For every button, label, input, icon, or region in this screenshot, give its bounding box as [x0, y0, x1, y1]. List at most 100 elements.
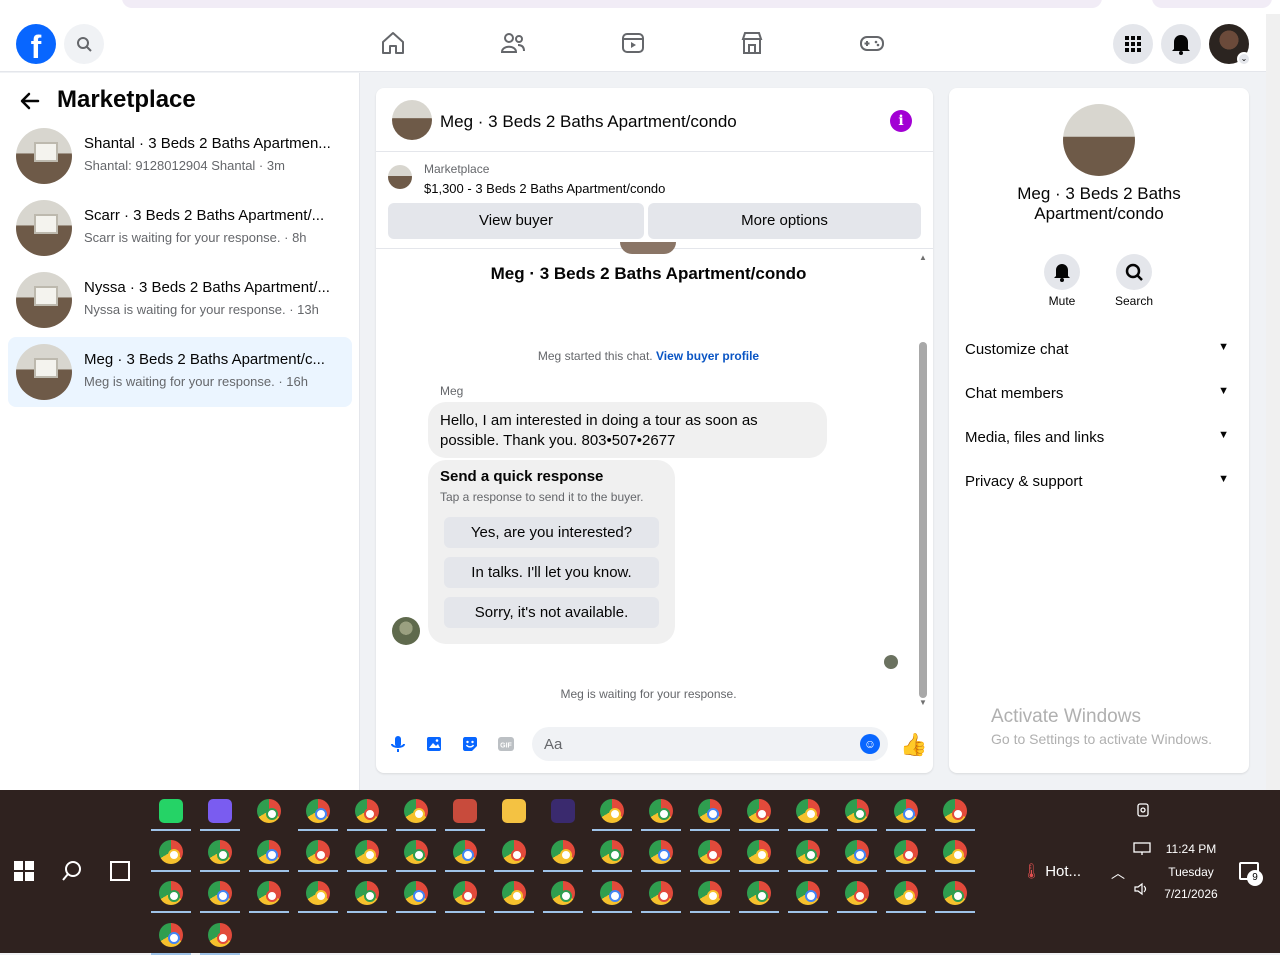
search-icon[interactable]: [60, 859, 84, 883]
page-scrollbar[interactable]: [1266, 14, 1280, 790]
tablet-mode-icon[interactable]: [1135, 802, 1151, 818]
view-buyer-button[interactable]: View buyer: [388, 203, 644, 239]
volume-icon[interactable]: [1133, 882, 1149, 896]
conversation-item-active[interactable]: Meg · 3 Beds 2 Baths Apartment/c... Meg …: [8, 337, 352, 407]
chrome-app-icon[interactable]: [502, 840, 526, 864]
listing-thumbnail[interactable]: [1063, 104, 1135, 176]
quick-reply-button[interactable]: In talks. I'll let you know.: [444, 557, 659, 588]
chrome-app-icon[interactable]: [502, 881, 526, 905]
chrome-app-icon[interactable]: [845, 881, 869, 905]
listing-price[interactable]: $1,300 - 3 Beds 2 Baths Apartment/condo: [424, 181, 665, 196]
emoji-icon[interactable]: ☺: [860, 734, 880, 754]
chrome-app-icon[interactable]: [600, 799, 624, 823]
chrome-app-icon[interactable]: [257, 881, 281, 905]
browser-button[interactable]: [1152, 0, 1272, 8]
privacy-support-section[interactable]: Privacy & support ▼: [965, 473, 1233, 490]
chrome-app-icon[interactable]: [796, 799, 820, 823]
account-avatar[interactable]: ⌄: [1209, 24, 1251, 66]
chrome-app-icon[interactable]: [257, 840, 281, 864]
chrome-app-icon[interactable]: [747, 799, 771, 823]
chrome-app-icon[interactable]: [159, 881, 183, 905]
chrome-app-icon[interactable]: [551, 881, 575, 905]
scroll-up-icon[interactable]: ▲: [919, 253, 927, 262]
chrome-app-icon[interactable]: [747, 840, 771, 864]
chrome-app-icon[interactable]: [894, 799, 918, 823]
task-view-icon[interactable]: [110, 861, 130, 881]
chrome-app-icon[interactable]: [208, 840, 232, 864]
gif-icon[interactable]: GIF: [496, 734, 516, 754]
chrome-app-icon[interactable]: [208, 881, 232, 905]
video-icon[interactable]: [620, 30, 646, 56]
whatsapp-app-icon[interactable]: [159, 799, 183, 823]
windows-start-icon[interactable]: [14, 861, 34, 881]
chrome-app-icon[interactable]: [845, 840, 869, 864]
quick-reply-button[interactable]: Sorry, it's not available.: [444, 597, 659, 628]
thumbs-up-icon[interactable]: 👍: [900, 732, 927, 758]
chrome-app-icon[interactable]: [796, 840, 820, 864]
clock-day[interactable]: Tuesday: [1150, 865, 1232, 879]
listing-thumbnail[interactable]: [388, 165, 412, 189]
chrome-app-icon[interactable]: [306, 881, 330, 905]
chrome-app-icon[interactable]: [355, 840, 379, 864]
tool-app-icon[interactable]: [453, 799, 477, 823]
chrome-app-icon[interactable]: [600, 881, 624, 905]
chrome-app-icon[interactable]: [649, 799, 673, 823]
gaming-icon[interactable]: [859, 30, 885, 56]
chrome-app-icon[interactable]: [306, 799, 330, 823]
conversation-item[interactable]: Shantal · 3 Beds 2 Baths Apartmen... Sha…: [8, 121, 352, 191]
chrome-app-icon[interactable]: [159, 923, 183, 947]
chrome-app-icon[interactable]: [796, 881, 820, 905]
chrome-app-icon[interactable]: [894, 840, 918, 864]
chrome-app-icon[interactable]: [208, 923, 232, 947]
scrollbar-thumb[interactable]: [919, 342, 927, 698]
message-input[interactable]: [532, 727, 888, 761]
chrome-app-icon[interactable]: [649, 881, 673, 905]
marketplace-icon[interactable]: [739, 30, 765, 56]
back-arrow-icon[interactable]: [18, 89, 42, 120]
mute-button[interactable]: [1044, 254, 1080, 290]
sticker-icon[interactable]: [460, 734, 480, 754]
chrome-app-icon[interactable]: [404, 799, 428, 823]
conversation-item[interactable]: Nyssa · 3 Beds 2 Baths Apartment/... Nys…: [8, 265, 352, 335]
chrome-app-icon[interactable]: [404, 840, 428, 864]
app-icon[interactable]: [551, 799, 575, 823]
more-options-button[interactable]: More options: [648, 203, 921, 239]
quick-reply-button[interactable]: Yes, are you interested?: [444, 517, 659, 548]
menu-button[interactable]: [1113, 24, 1153, 64]
chat-members-section[interactable]: Chat members ▼: [965, 385, 1233, 402]
clock-date[interactable]: 7/21/2026: [1150, 887, 1232, 901]
address-bar[interactable]: [122, 0, 1102, 8]
chrome-app-icon[interactable]: [943, 840, 967, 864]
chrome-app-icon[interactable]: [306, 840, 330, 864]
chrome-app-icon[interactable]: [453, 840, 477, 864]
notifications-button[interactable]: [1161, 24, 1201, 64]
chrome-app-icon[interactable]: [943, 881, 967, 905]
chrome-app-icon[interactable]: [600, 840, 624, 864]
home-icon[interactable]: [380, 30, 406, 56]
copilot-app-icon[interactable]: [208, 799, 232, 823]
chrome-app-icon[interactable]: [649, 840, 673, 864]
chrome-app-icon[interactable]: [698, 881, 722, 905]
network-icon[interactable]: [1133, 842, 1151, 856]
info-icon[interactable]: i: [890, 110, 912, 132]
chrome-app-icon[interactable]: [453, 881, 477, 905]
view-buyer-profile-link[interactable]: View buyer profile: [656, 349, 759, 363]
chrome-app-icon[interactable]: [257, 799, 281, 823]
clock-time[interactable]: 11:24 PM: [1150, 842, 1232, 856]
chrome-app-icon[interactable]: [698, 840, 722, 864]
chat-title[interactable]: Meg · 3 Beds 2 Baths Apartment/condo: [440, 112, 737, 132]
weather-widget[interactable]: 🌡 Hot...: [1022, 862, 1081, 880]
chrome-app-icon[interactable]: [845, 799, 869, 823]
chrome-app-icon[interactable]: [747, 881, 771, 905]
search-conversation-button[interactable]: [1116, 254, 1152, 290]
search-button[interactable]: [64, 24, 104, 64]
photo-icon[interactable]: [424, 734, 444, 754]
sender-avatar[interactable]: [392, 617, 420, 645]
chrome-app-icon[interactable]: [943, 799, 967, 823]
chrome-app-icon[interactable]: [551, 840, 575, 864]
chat-avatar[interactable]: [392, 100, 432, 140]
scroll-down-icon[interactable]: ▼: [919, 698, 927, 707]
file-explorer-app-icon[interactable]: [502, 799, 526, 823]
chrome-app-icon[interactable]: [698, 799, 722, 823]
tray-chevron-up-icon[interactable]: ︿: [1111, 863, 1125, 883]
